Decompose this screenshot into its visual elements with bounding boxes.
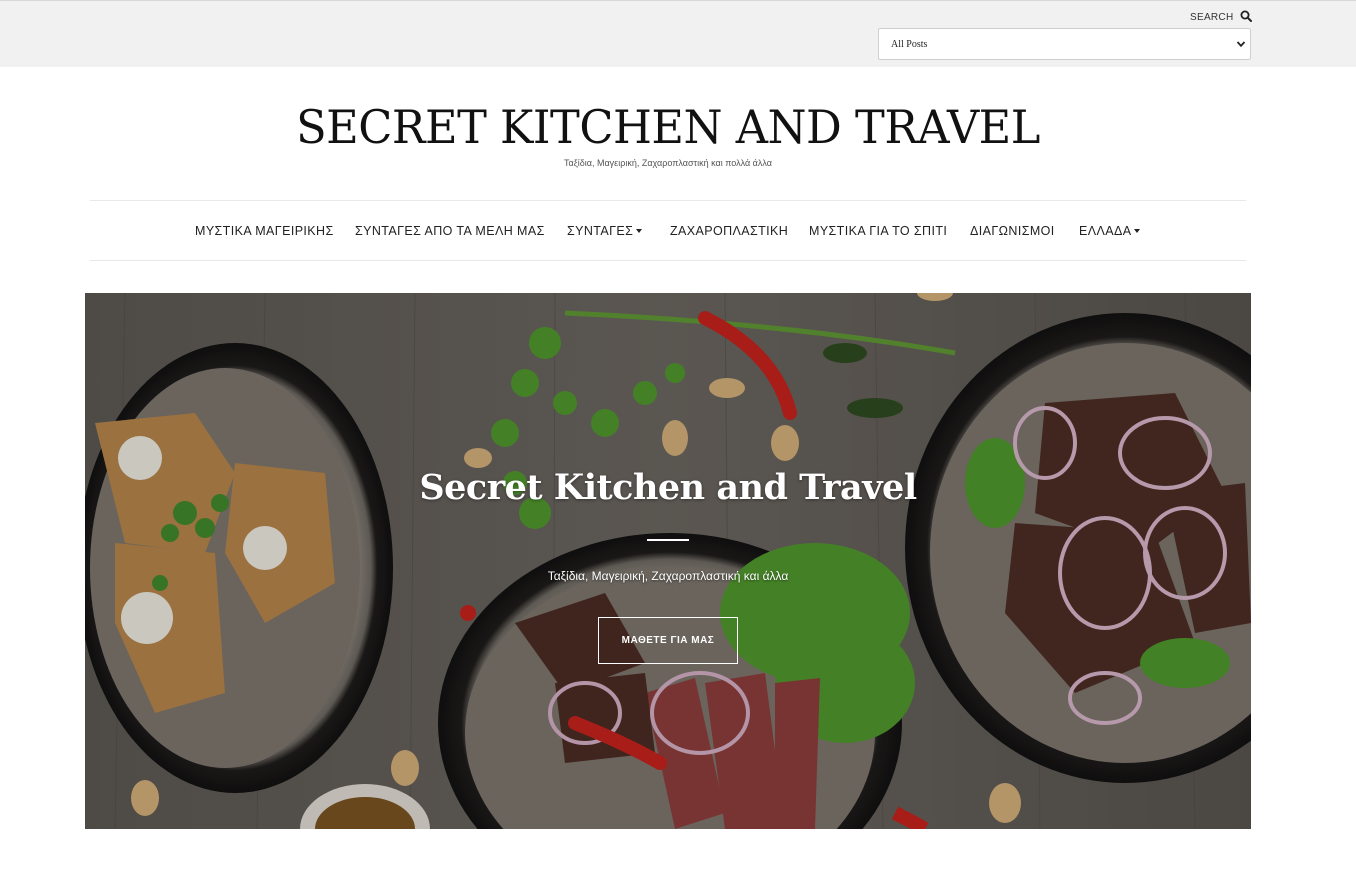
search-icon[interactable] bbox=[1240, 10, 1252, 22]
nav-item-syntages-meli[interactable]: ΣΥΝΤΑΓΕΣ ΑΠΟ ΤΑ ΜΕΛΗ ΜΑΣ bbox=[355, 224, 545, 238]
nav-item-label: ΜΥΣΤΙΚΑ ΜΑΓΕΙΡΙΚΗΣ bbox=[195, 224, 334, 238]
site-title[interactable]: SECRET KITCHEN AND TRAVEL bbox=[20, 100, 1316, 154]
main-navigation: ΜΥΣΤΙΚΑ ΜΑΓΕΙΡΙΚΗΣ ΣΥΝΤΑΓΕΣ ΑΠΟ ΤΑ ΜΕΛΗ … bbox=[90, 200, 1246, 261]
nav-item-label: ΕΛΛΑΔΑ bbox=[1079, 224, 1132, 238]
caret-down-icon bbox=[1134, 228, 1141, 233]
hero-divider bbox=[647, 539, 689, 541]
hero-dark-overlay bbox=[85, 293, 1251, 829]
nav-item-mystika-spiti[interactable]: ΜΥΣΤΙΚΑ ΓΙΑ ΤΟ ΣΠΙΤΙ bbox=[809, 224, 947, 238]
nav-item-ellada[interactable]: ΕΛΛΑΔΑ bbox=[1079, 224, 1141, 238]
caret-down-icon bbox=[636, 228, 643, 233]
hero-title: Secret Kitchen and Travel bbox=[419, 467, 917, 508]
nav-item-label: ΣΥΝΤΑΓΕΣ bbox=[567, 224, 634, 238]
chevron-down-icon bbox=[1236, 41, 1246, 48]
hero-subtitle: Ταξίδια, Μαγειρική, Ζαχαροπλαστική και ά… bbox=[547, 569, 789, 583]
post-filter-value: All Posts bbox=[891, 39, 928, 50]
nav-item-syntages[interactable]: ΣΥΝΤΑΓΕΣ bbox=[567, 224, 643, 238]
nav-item-diagonismoi[interactable]: ΔΙΑΓΩΝΙΣΜΟΙ bbox=[970, 224, 1055, 238]
nav-item-label: ΜΥΣΤΙΚΑ ΓΙΑ ΤΟ ΣΠΙΤΙ bbox=[809, 224, 948, 238]
nav-item-label: ΖΑΧΑΡΟΠΛΑΣΤΙΚΗ bbox=[670, 224, 789, 238]
nav-item-zaxaroplastiki[interactable]: ΖΑΧΑΡΟΠΛΑΣΤΙΚΗ bbox=[670, 224, 788, 238]
post-filter-select[interactable]: All Posts bbox=[878, 28, 1251, 60]
nav-item-mystika-mageirikis[interactable]: ΜΥΣΤΙΚΑ ΜΑΓΕΙΡΙΚΗΣ bbox=[195, 224, 334, 238]
site-tagline: Ταξίδια, Μαγειρική, Ζαχαροπλαστική και π… bbox=[564, 158, 772, 168]
search-label[interactable]: SEARCH bbox=[1190, 12, 1233, 23]
nav-item-label: ΔΙΑΓΩΝΙΣΜΟΙ bbox=[970, 224, 1055, 238]
about-us-button[interactable]: ΜΑΘΕΤΕ ΓΙΑ ΜΑΣ bbox=[598, 617, 738, 664]
nav-item-label: ΣΥΝΤΑΓΕΣ ΑΠΟ ΤΑ ΜΕΛΗ ΜΑΣ bbox=[355, 224, 545, 238]
top-search-bar: SEARCH All Posts bbox=[0, 0, 1356, 67]
hero-banner: Secret Kitchen and Travel Ταξίδια, Μαγει… bbox=[85, 293, 1251, 829]
